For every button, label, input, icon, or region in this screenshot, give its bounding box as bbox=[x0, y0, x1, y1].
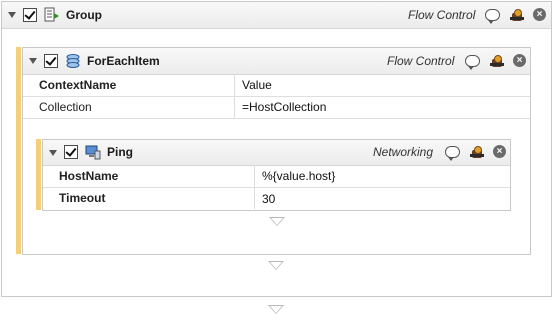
settings-icon[interactable] bbox=[470, 145, 484, 159]
ping-block: Ping Networking × HostName %{value.host}… bbox=[42, 139, 511, 211]
comment-icon[interactable] bbox=[485, 9, 500, 24]
ping-header: Ping Networking × bbox=[43, 140, 510, 166]
remove-icon[interactable]: × bbox=[533, 8, 546, 21]
property-name: HostName bbox=[59, 169, 119, 183]
property-value-input[interactable]: =HostCollection bbox=[242, 100, 326, 114]
foreach-block: ForEachItem Flow Control × ContextName V… bbox=[22, 47, 531, 255]
property-value-input[interactable]: Value bbox=[242, 78, 272, 92]
remove-icon[interactable]: × bbox=[513, 54, 526, 67]
collapse-toggle-icon[interactable] bbox=[49, 150, 57, 156]
comment-icon[interactable] bbox=[465, 55, 480, 70]
foreach-icon bbox=[65, 53, 81, 72]
foreach-category: Flow Control bbox=[387, 54, 455, 68]
group-title: Group bbox=[66, 8, 102, 22]
collapse-toggle-icon[interactable] bbox=[8, 12, 16, 18]
property-row: ContextName Value bbox=[23, 74, 530, 97]
foreach-accent-bar bbox=[16, 47, 21, 254]
foreach-header: ForEachItem Flow Control × bbox=[23, 48, 530, 75]
comment-icon[interactable] bbox=[445, 146, 460, 161]
group-icon bbox=[44, 7, 59, 22]
ping-accent-bar bbox=[36, 139, 41, 210]
property-name: Collection bbox=[39, 100, 92, 114]
foreach-enabled-checkbox[interactable] bbox=[44, 54, 58, 68]
property-value-input[interactable]: 30 bbox=[262, 192, 275, 206]
ping-title: Ping bbox=[107, 145, 133, 159]
ping-enabled-checkbox[interactable] bbox=[64, 145, 78, 159]
ping-category: Networking bbox=[373, 145, 434, 159]
property-row: Timeout 30 bbox=[43, 187, 510, 209]
settings-icon[interactable] bbox=[490, 54, 504, 68]
drop-target-arrow-icon[interactable] bbox=[268, 261, 284, 270]
property-value-input[interactable]: %{value.host} bbox=[262, 169, 335, 183]
network-icon bbox=[85, 144, 101, 163]
group-enabled-checkbox[interactable] bbox=[23, 8, 37, 22]
remove-icon[interactable]: × bbox=[493, 145, 506, 158]
drop-target-arrow-icon[interactable] bbox=[268, 305, 284, 314]
property-row: HostName %{value.host} bbox=[43, 165, 510, 188]
collapse-toggle-icon[interactable] bbox=[29, 58, 37, 64]
group-header: Group Flow Control × bbox=[2, 2, 551, 29]
property-row: Collection =HostCollection bbox=[23, 96, 530, 119]
drop-target-arrow-icon[interactable] bbox=[269, 217, 285, 226]
property-name: ContextName bbox=[39, 78, 117, 92]
settings-icon[interactable] bbox=[510, 8, 524, 22]
group-block: Group Flow Control × ForEachItem Flow Co… bbox=[1, 1, 552, 297]
property-name: Timeout bbox=[59, 191, 106, 205]
group-category: Flow Control bbox=[408, 8, 476, 22]
foreach-title: ForEachItem bbox=[87, 54, 160, 68]
